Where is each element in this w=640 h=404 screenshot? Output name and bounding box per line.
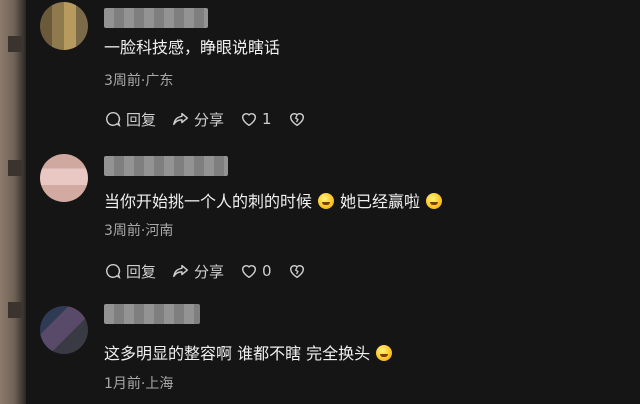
grin-emoji-icon [426,193,443,209]
username-blurred[interactable] [104,8,208,28]
comment-actions: 回复 分享 0 [104,260,326,282]
like-button[interactable]: 1 [240,110,272,128]
comment-meta: 1月前·上海 [104,376,174,392]
dislike-button[interactable] [288,262,310,280]
comment-actions: 回复 分享 1 [104,108,326,130]
shocked-emoji-icon [318,193,335,209]
comment-text-part2: 她已经赢啦 [340,192,421,211]
comment-text: 一脸科技感，睁眼说瞎话 [104,38,281,57]
broken-heart-icon [289,265,304,279]
comment-text: 这多明显的整容啊 谁都不瞎 完全换头 [104,344,620,364]
heart-icon [242,113,257,127]
left-background-edge [0,0,26,404]
dislike-button[interactable] [288,110,310,128]
edge-mark [8,36,22,52]
username-blurred[interactable] [104,304,200,324]
avatar[interactable] [40,154,88,202]
share-button[interactable]: 分享 [172,261,224,282]
reply-label: 回复 [126,110,157,129]
avatar[interactable] [40,306,88,354]
comment-text-content: 这多明显的整容啊 谁都不瞎 完全换头 [104,344,371,363]
reply-icon [106,263,121,279]
comment-meta: 3周前·广东 [104,73,174,89]
share-label: 分享 [194,262,225,281]
avatar[interactable] [40,2,88,50]
avatar-image [40,2,88,50]
avatar-image [40,306,88,354]
laughing-emoji-icon [376,345,393,361]
username-blurred[interactable] [104,156,228,176]
like-count: 1 [262,110,272,128]
edge-mark [8,160,22,176]
comment-meta: 3周前·河南 [104,223,174,239]
broken-heart-icon [289,113,304,127]
reply-label: 回复 [126,262,157,281]
avatar-image [40,154,88,202]
reply-icon [106,111,121,127]
reply-button[interactable]: 回复 [104,109,156,130]
share-button[interactable]: 分享 [172,109,224,130]
edge-mark [8,302,22,318]
reply-button[interactable]: 回复 [104,261,156,282]
comment-text: 当你开始挑一个人的刺的时候 她已经赢啦 [104,192,620,212]
like-button[interactable]: 0 [240,262,272,280]
share-icon [173,112,189,126]
heart-icon [242,265,257,279]
share-label: 分享 [194,110,225,129]
like-count: 0 [262,262,272,280]
comment-feed[interactable]: 一脸科技感，睁眼说瞎话 3周前·广东 回复 分享 1 当你开始挑一个人的刺的时候… [26,0,640,404]
comment-text-part1: 当你开始挑一个人的刺的时候 [104,192,313,211]
share-icon [173,264,189,278]
